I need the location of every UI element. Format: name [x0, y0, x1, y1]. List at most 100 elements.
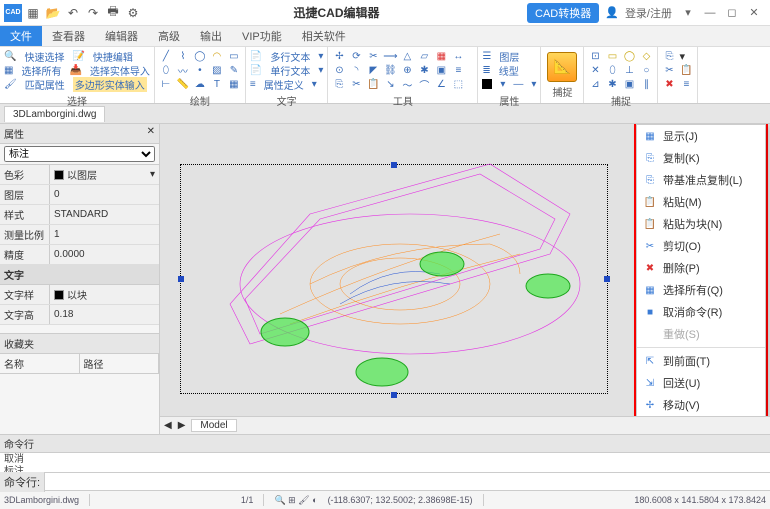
region-icon[interactable]: ⬚: [451, 77, 465, 91]
rect-icon[interactable]: ▭: [227, 49, 241, 63]
clip-del-icon[interactable]: ✖: [662, 77, 676, 91]
context-menu-item[interactable]: ⇲回送(U): [637, 372, 765, 394]
tab-model[interactable]: Model: [191, 419, 236, 432]
rotate-icon[interactable]: ⟳: [349, 49, 363, 63]
clip-copy-icon[interactable]: ⎘: [662, 49, 676, 63]
point-icon[interactable]: •: [193, 63, 207, 77]
context-menu-item[interactable]: ✢移动(V): [637, 394, 765, 416]
status-icons[interactable]: 🔍 ⊞ 🖌 ◐: [274, 495, 317, 506]
snap-near-icon[interactable]: ⊿: [588, 77, 602, 91]
snap-perp-icon[interactable]: ⊥: [622, 63, 636, 77]
context-menu-item[interactable]: ▦选择所有(Q): [637, 279, 765, 301]
command-input[interactable]: [45, 480, 770, 484]
spline-icon[interactable]: 〰: [176, 63, 190, 77]
quick-select-button[interactable]: 快速选择: [24, 49, 64, 64]
snap-end-icon[interactable]: ⊡: [588, 49, 602, 63]
undo-icon[interactable]: ↶: [64, 4, 82, 22]
paste-icon[interactable]: 📋: [366, 77, 380, 91]
text-tool-icon[interactable]: T: [210, 77, 224, 91]
align-icon[interactable]: ≡: [451, 63, 465, 77]
ruler-icon[interactable]: 📏: [176, 77, 190, 91]
new-icon[interactable]: ▦: [24, 4, 42, 22]
options-icon[interactable]: ⚙: [124, 4, 142, 22]
minimize-icon[interactable]: —: [700, 5, 720, 21]
context-menu-item[interactable]: 📋粘贴为块(N): [637, 213, 765, 235]
cut-icon[interactable]: ✂: [349, 77, 363, 91]
tab-prev-icon[interactable]: ◀: [164, 420, 172, 431]
layer-button[interactable]: 图层: [499, 49, 519, 64]
fillet-icon[interactable]: ◝: [349, 63, 363, 77]
hatch-icon[interactable]: ▨: [210, 63, 224, 77]
trim-icon[interactable]: ✂: [366, 49, 380, 63]
move-icon[interactable]: ✢: [332, 49, 346, 63]
snap-quad-icon[interactable]: ◇: [639, 49, 653, 63]
chamfer-icon[interactable]: ◤: [366, 63, 380, 77]
cad-convert-button[interactable]: CAD转换器: [527, 3, 599, 23]
copy-icon[interactable]: ⎘: [332, 77, 346, 91]
tab-file[interactable]: 文件: [0, 26, 42, 46]
context-menu-item[interactable]: ⎘带基准点复制(L): [637, 169, 765, 191]
arc-icon[interactable]: ◠: [210, 49, 224, 63]
linetype-button[interactable]: 线型: [499, 63, 519, 78]
context-menu-item[interactable]: ✖删除(P): [637, 257, 765, 279]
close-icon[interactable]: ✕: [744, 5, 764, 21]
extend-icon[interactable]: ⟶: [383, 49, 397, 63]
mirror-icon[interactable]: △: [400, 49, 414, 63]
snap-button[interactable]: 📐: [547, 52, 577, 82]
login-link[interactable]: 登录/注册: [625, 5, 672, 21]
import-entity-button[interactable]: 选择实体导入: [90, 63, 150, 78]
spline2-icon[interactable]: 〜: [400, 77, 414, 91]
table-icon[interactable]: ▦: [227, 77, 241, 91]
tab-related[interactable]: 相关软件: [292, 26, 356, 46]
tab-vip[interactable]: VIP功能: [232, 26, 292, 46]
panel-close-icon[interactable]: ✕: [147, 126, 155, 141]
object-type-select[interactable]: 标注: [4, 146, 155, 162]
explode-icon[interactable]: ✱: [417, 63, 431, 77]
context-menu-item[interactable]: ⎘复制(K): [637, 147, 765, 169]
snap-cen-icon[interactable]: ◯: [622, 49, 636, 63]
cloud-icon[interactable]: ☁: [193, 77, 207, 91]
context-menu-item[interactable]: ▦显示(J): [637, 125, 765, 147]
tab-advanced[interactable]: 高级: [148, 26, 190, 46]
angle-icon[interactable]: ∠: [434, 77, 448, 91]
ellipse-icon[interactable]: ⬯: [159, 63, 173, 77]
settings-icon[interactable]: ▾: [678, 5, 698, 21]
clip-paste-icon[interactable]: 📋: [679, 63, 693, 77]
attrdef-button[interactable]: 属性定义: [264, 77, 304, 92]
dim-icon[interactable]: ⊢: [159, 77, 173, 91]
snap-ins-icon[interactable]: ▣: [622, 77, 636, 91]
match-props-button[interactable]: 匹配属性: [25, 77, 65, 92]
scale-icon[interactable]: ▱: [417, 49, 431, 63]
tab-output[interactable]: 输出: [190, 26, 232, 46]
context-menu-item[interactable]: ⇱到前面(T): [637, 350, 765, 372]
circle-icon[interactable]: ◯: [193, 49, 207, 63]
file-tab-active[interactable]: 3DLamborgini.dwg: [4, 106, 105, 122]
maximize-icon[interactable]: ◻: [722, 5, 742, 21]
snap-par-icon[interactable]: ∥: [639, 77, 653, 91]
drawing-canvas[interactable]: ▦显示(J)⎘复制(K)⎘带基准点复制(L)📋粘贴(M)📋粘贴为块(N)✂剪切(…: [160, 124, 770, 416]
snap-int-icon[interactable]: ✕: [588, 63, 602, 77]
measure-icon[interactable]: ↘: [383, 77, 397, 91]
stext-button[interactable]: 单行文本: [270, 63, 310, 78]
polyline-icon[interactable]: ⌇: [176, 49, 190, 63]
edit-icon[interactable]: ✎: [227, 63, 241, 77]
select-all-button[interactable]: 选择所有: [21, 63, 61, 78]
array-icon[interactable]: ▦: [434, 49, 448, 63]
selection-handle[interactable]: [178, 276, 184, 282]
open-icon[interactable]: 📂: [44, 4, 62, 22]
clip-list-icon[interactable]: ≡: [679, 77, 693, 91]
print-icon[interactable]: 🖶: [104, 4, 122, 22]
linetype-icon[interactable]: ≣: [482, 65, 490, 76]
join-icon[interactable]: ⊕: [400, 63, 414, 77]
clip-cut-icon[interactable]: ✂: [662, 63, 676, 77]
context-menu-item[interactable]: 📋粘贴(M): [637, 191, 765, 213]
layer-icon[interactable]: ☰: [482, 51, 491, 62]
redo-icon[interactable]: ↷: [84, 4, 102, 22]
color-swatch-icon[interactable]: [482, 79, 492, 89]
tab-viewer[interactable]: 查看器: [42, 26, 95, 46]
quick-edit-button[interactable]: 快捷编辑: [93, 49, 133, 64]
tab-next-icon[interactable]: ▶: [178, 420, 186, 431]
context-menu-item[interactable]: ✂剪切(O): [637, 235, 765, 257]
break-icon[interactable]: ⛓: [383, 63, 397, 77]
snap-node-icon[interactable]: ✱: [605, 77, 619, 91]
